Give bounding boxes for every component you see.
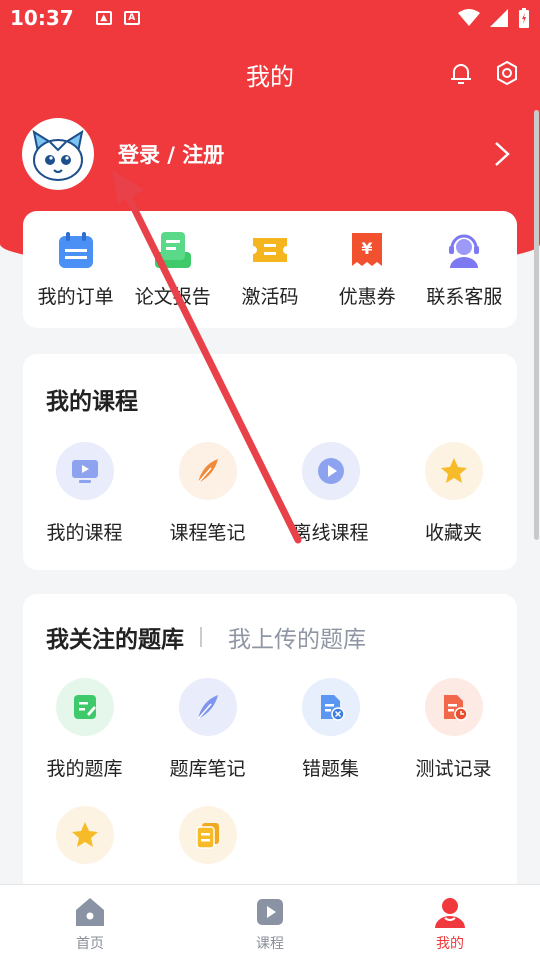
app-notification-icon: A	[123, 11, 140, 25]
edit-doc-icon	[73, 695, 96, 719]
bank-item-label: 题库笔记	[169, 758, 246, 780]
question-bank-card: 我关注的题库 我上传的题库 我的题库 题库笔记 错题集 测试记录	[23, 594, 517, 894]
nav-label: 首页	[76, 936, 104, 952]
error-doc-icon	[320, 695, 345, 721]
clock-doc-icon	[443, 695, 468, 721]
icon-circle	[178, 678, 237, 736]
course-item-label: 课程笔记	[169, 522, 246, 544]
quick-link-label: 激活码	[241, 286, 299, 308]
course-item-notes[interactable]: 课程笔记	[146, 442, 269, 545]
icon-circle	[55, 442, 114, 500]
bank-item-label: 测试记录	[415, 758, 492, 780]
status-time: 10:37	[10, 6, 74, 30]
status-bar: 10:37 ▲ A	[0, 0, 540, 36]
feather-icon	[196, 459, 218, 484]
tab-divider	[200, 627, 202, 647]
page-title: 我的	[246, 62, 294, 91]
bank-item-mistakes[interactable]: 错题集	[269, 678, 392, 781]
support-icon	[449, 234, 480, 268]
tab-followed-banks[interactable]: 我关注的题库	[46, 620, 184, 654]
icon-circle	[301, 442, 360, 500]
play-icon	[317, 458, 344, 484]
course-item-label: 收藏夹	[424, 522, 482, 544]
quick-link-label: 优惠券	[338, 286, 396, 308]
user-icon	[435, 898, 465, 928]
icon-circle	[424, 678, 483, 736]
nav-label: 我的	[436, 936, 464, 952]
quick-link-label: 我的订单	[37, 286, 114, 308]
icon-circle	[55, 678, 114, 736]
chevron-right-icon[interactable]	[492, 140, 512, 168]
signal-icon	[490, 9, 508, 27]
calendar-icon	[58, 232, 93, 268]
course-item-label: 我的课程	[46, 522, 123, 544]
svg-text:¥: ¥	[362, 239, 373, 258]
course-item-my-courses[interactable]: 我的课程	[23, 442, 146, 545]
bank-item-my-banks[interactable]: 我的题库	[23, 678, 146, 781]
my-courses-card: 我的课程 我的课程 课程笔记 离线课程 收藏夹	[23, 354, 517, 570]
icon-circle	[301, 678, 360, 736]
bank-item-label: 错题集	[301, 758, 359, 780]
course-item-label: 离线课程	[292, 522, 369, 544]
gear-icon[interactable]	[494, 60, 520, 86]
section-title: 我的课程	[46, 389, 138, 415]
bottom-nav: 首页 课程 我的	[0, 884, 540, 960]
quick-link-orders[interactable]: 我的订单	[28, 230, 124, 309]
bank-item-notes[interactable]: 题库笔记	[146, 678, 269, 781]
battery-icon	[519, 8, 529, 28]
quick-link-activation[interactable]: 激活码	[222, 230, 318, 309]
star-icon	[71, 822, 98, 847]
course-item-offline[interactable]: 离线课程	[269, 442, 392, 545]
cat-avatar-icon	[32, 129, 84, 181]
avatar[interactable]	[22, 118, 94, 190]
bank-item-copy[interactable]	[146, 806, 269, 864]
feather-icon	[196, 695, 218, 720]
quick-link-label: 论文报告	[134, 286, 211, 308]
course-item-favorites[interactable]: 收藏夹	[392, 442, 515, 545]
icon-circle	[178, 806, 237, 864]
quick-link-label: 联系客服	[426, 286, 503, 308]
icon-circle	[178, 442, 237, 500]
nav-item-home[interactable]: 首页	[0, 885, 180, 960]
quick-link-support[interactable]: 联系客服	[416, 230, 512, 309]
nav-item-courses[interactable]: 课程	[180, 885, 360, 960]
quick-link-reports[interactable]: 论文报告	[125, 230, 221, 309]
page-header: 我的	[0, 44, 540, 104]
question-bank-tabs: 我关注的题库 我上传的题库	[46, 620, 366, 654]
icon-circle	[55, 806, 114, 864]
quick-links-card: 我的订单 论文报告 激活码 ¥ 优惠券 联系客服	[23, 211, 517, 328]
coupon-icon: ¥	[352, 233, 383, 266]
nav-item-me[interactable]: 我的	[360, 885, 540, 960]
quick-link-coupons[interactable]: ¥ 优惠券	[319, 230, 415, 309]
bank-item-label: 我的题库	[46, 758, 123, 780]
bank-item-favorite[interactable]	[23, 806, 146, 864]
nav-label: 课程	[256, 936, 284, 952]
login-register-link[interactable]: 登录 / 注册	[118, 139, 224, 169]
copy-icon	[195, 823, 219, 849]
bank-item-test-records[interactable]: 测试记录	[392, 678, 515, 781]
play-square-icon	[257, 899, 283, 925]
profile-row[interactable]: 登录 / 注册	[22, 118, 522, 190]
ticket-icon	[252, 238, 287, 262]
report-icon	[154, 232, 191, 268]
tab-uploaded-banks[interactable]: 我上传的题库	[228, 620, 366, 654]
scrollbar[interactable]	[534, 110, 539, 540]
monitor-icon	[71, 460, 98, 483]
icon-circle	[424, 442, 483, 500]
image-notification-icon: ▲	[95, 11, 112, 25]
wifi-icon	[458, 9, 480, 26]
star-icon	[440, 458, 467, 483]
bell-icon[interactable]	[448, 60, 474, 86]
home-icon	[76, 898, 104, 926]
